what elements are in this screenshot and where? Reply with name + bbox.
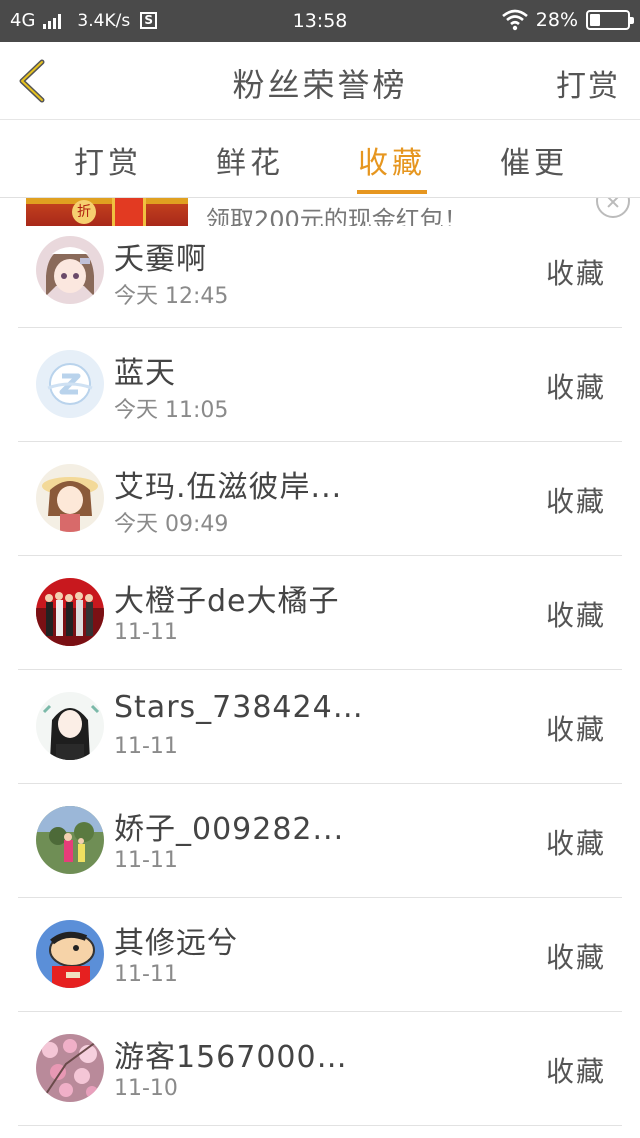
user-name: 娇子_009282...	[114, 812, 345, 847]
list-item[interactable]: 其修远兮 11-11 收藏	[18, 898, 622, 1012]
list-item[interactable]: 游客15670009... 11-10 收藏	[18, 1012, 622, 1126]
favorites-list: 夭嫑啊 今天 12:45 收藏 蓝天 今天 11:05 收藏 艾玛.伍滋彼岸..…	[0, 214, 640, 1126]
favorite-label: 收藏	[545, 371, 606, 404]
timestamp: 11-11	[114, 734, 178, 759]
list-item[interactable]: 大橙子de大橘子 11-11 收藏	[18, 556, 622, 670]
tab-reward[interactable]: 打赏	[74, 138, 142, 182]
user-name: 蓝天	[114, 356, 176, 391]
timestamp: 11-10	[114, 1076, 178, 1101]
favorite-label: 收藏	[545, 1055, 606, 1088]
list-item[interactable]: Stars_738424... 11-11 收藏	[18, 670, 622, 784]
user-name: 其修远兮	[114, 926, 238, 961]
avatar	[36, 920, 104, 988]
avatar	[36, 236, 104, 304]
tab-bar: 打赏 鲜花 收藏 催更	[0, 120, 640, 198]
tab-favorites[interactable]: 收藏	[358, 138, 426, 182]
favorite-label: 收藏	[545, 485, 606, 518]
avatar	[36, 806, 104, 874]
reward-button[interactable]: 打赏	[556, 61, 620, 105]
favorite-label: 收藏	[545, 827, 606, 860]
nav-bar: 粉丝荣誉榜 打赏	[0, 42, 640, 120]
tab-flowers[interactable]: 鲜花	[216, 138, 284, 182]
battery-icon	[586, 10, 634, 30]
timestamp: 11-11	[114, 848, 178, 873]
battery-level	[590, 14, 600, 26]
timestamp: 今天 12:45	[114, 284, 229, 309]
page-title: 粉丝荣誉榜	[232, 66, 408, 104]
status-right: 28%	[501, 9, 634, 31]
avatar	[36, 692, 104, 760]
user-name: 大橙子de大橘子	[114, 584, 340, 619]
favorite-label: 收藏	[545, 941, 606, 974]
avatar	[36, 578, 104, 646]
user-name: 夭嫑啊	[114, 242, 207, 277]
timestamp: 11-11	[114, 620, 178, 645]
status-bar: 4G 3.4K/s S 13:58 28%	[0, 0, 640, 42]
active-tab-indicator	[357, 190, 427, 194]
favorite-label: 收藏	[545, 599, 606, 632]
list-item[interactable]: 艾玛.伍滋彼岸... 今天 09:49 收藏	[18, 442, 622, 556]
wifi-icon	[501, 9, 528, 31]
list-item[interactable]: 娇子_009282... 11-11 收藏	[18, 784, 622, 898]
favorite-label: 收藏	[545, 713, 606, 746]
user-name: 艾玛.伍滋彼岸...	[114, 470, 343, 505]
avatar	[36, 1034, 104, 1102]
list-item[interactable]: 蓝天 今天 11:05 收藏	[18, 328, 622, 442]
timestamp: 今天 11:05	[114, 398, 229, 423]
favorite-label: 收藏	[545, 257, 606, 290]
tab-urge-update[interactable]: 催更	[500, 138, 568, 182]
avatar	[36, 464, 104, 532]
list-item[interactable]: 夭嫑啊 今天 12:45 收藏	[18, 214, 622, 328]
avatar	[36, 350, 104, 418]
user-name: Stars_738424...	[114, 690, 364, 725]
timestamp: 今天 09:49	[114, 512, 229, 537]
timestamp: 11-11	[114, 962, 178, 987]
battery-percent: 28%	[535, 9, 578, 31]
user-name: 游客15670009...	[114, 1040, 364, 1075]
